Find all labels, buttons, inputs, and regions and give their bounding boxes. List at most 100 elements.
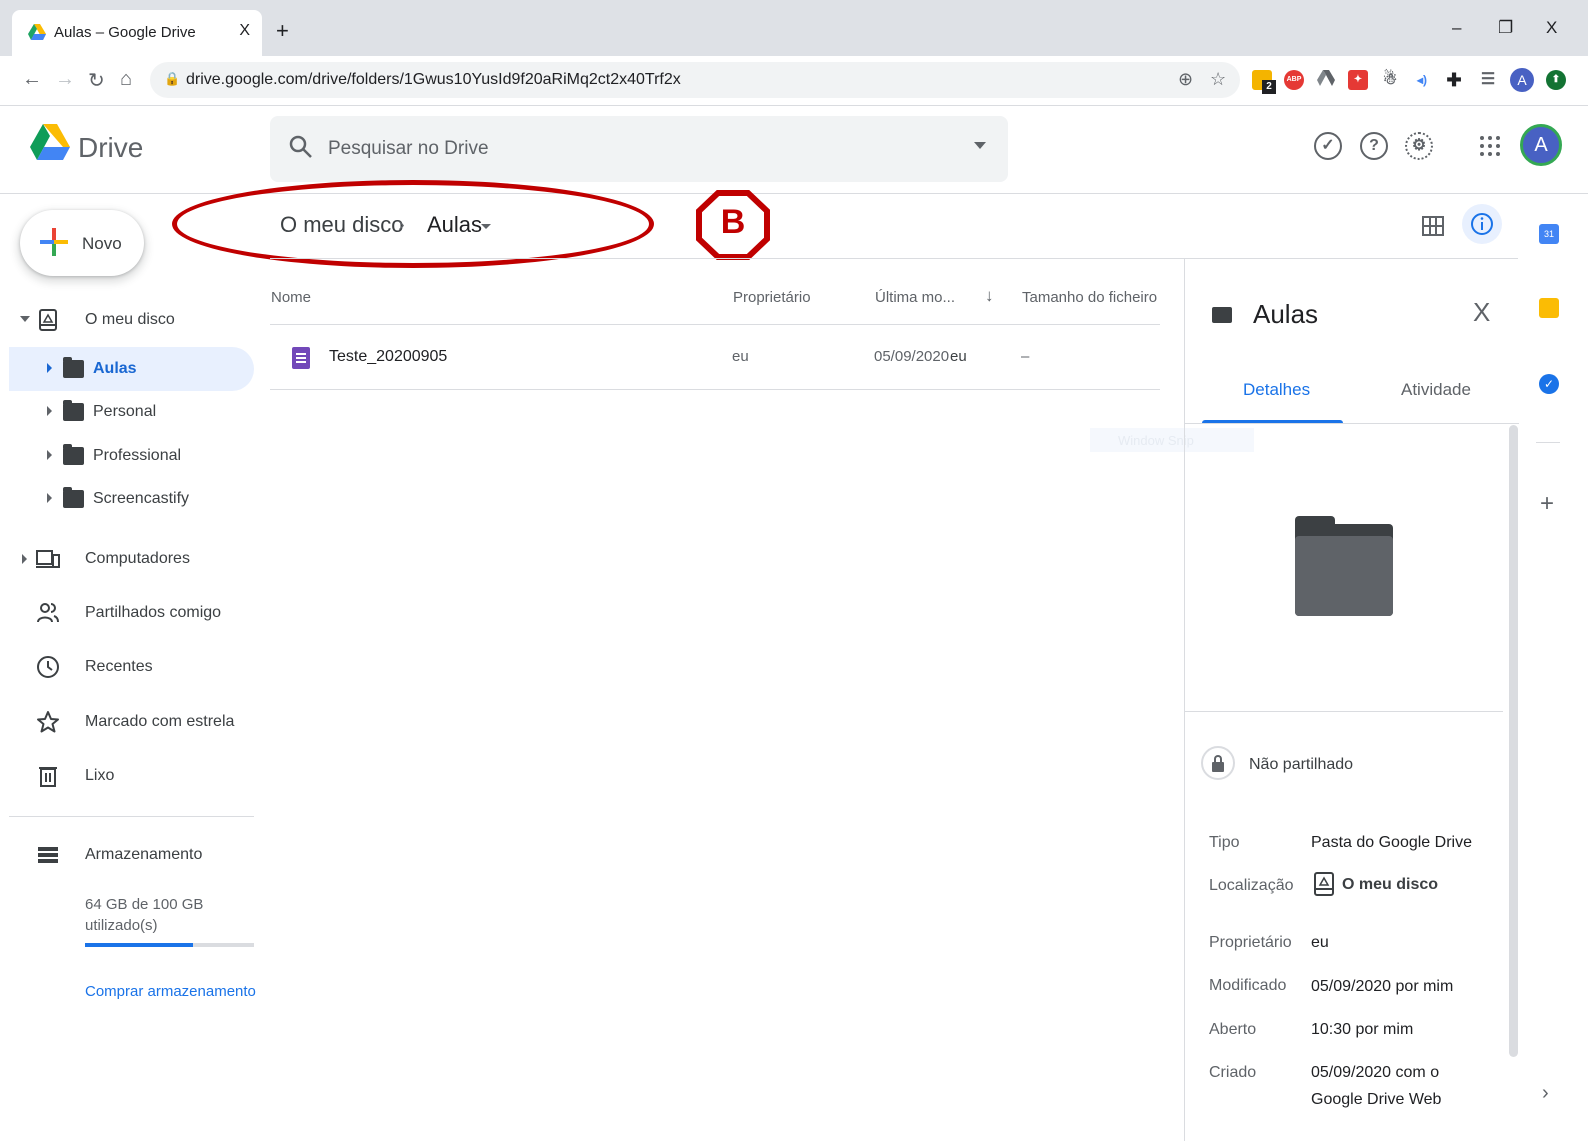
sidebar-item-starred[interactable]: Marcado com estrela [0,700,254,744]
settings-gear-icon[interactable]: ⚙ [1405,132,1433,160]
minimize-button[interactable]: – [1452,18,1461,38]
location-value-link[interactable]: O meu disco [1342,871,1542,898]
lock-icon[interactable]: 🔒 [164,71,180,87]
modified-label: Modificado [1209,977,1287,994]
robot-extension-icon[interactable]: ☃ [1380,70,1400,90]
expand-arrow-icon[interactable] [47,363,52,373]
search-icon[interactable] [288,134,314,160]
restore-button[interactable]: ❐ [1498,18,1513,38]
sidebar-item-shared[interactable]: Partilhados comigo [0,591,254,635]
mendeley-icon[interactable]: ✦ [1348,70,1368,90]
reading-list-icon[interactable]: ☰ [1478,70,1498,90]
star-icon [37,711,59,733]
browser-toolbar: ← → ↻ ⌂ 🔒 drive.google.com/drive/folders… [0,56,1588,106]
clock-icon [37,656,59,678]
details-scrollbar[interactable] [1509,425,1518,1057]
table-row[interactable]: Teste_20200905 eu 05/09/2020 eu – [270,325,1160,390]
extensions-puzzle-icon[interactable]: ✚ [1444,70,1464,90]
column-header-owner[interactable]: Proprietário [733,289,811,306]
new-tab-button[interactable]: + [276,18,289,44]
folder-icon [63,400,84,421]
update-icon[interactable]: ⬆ [1546,70,1566,90]
calendar-icon[interactable]: 31 [1539,224,1559,244]
column-header-name[interactable]: Nome [271,289,311,306]
sidebar-item-storage[interactable]: Armazenamento [0,833,254,877]
install-icon[interactable]: ⊕ [1178,69,1193,90]
storage-progress-bar [85,943,254,947]
buy-storage-link[interactable]: Comprar armazenamento [85,983,256,1000]
sidebar-folder-screencastify[interactable]: Screencastify [9,477,254,521]
extension-notes-icon[interactable]: 2 [1252,70,1276,94]
tab-details[interactable]: Detalhes [1243,380,1310,400]
file-modified-date: 05/09/2020 [874,348,950,365]
owner-value: eu [1311,934,1329,951]
file-owner: eu [732,348,749,365]
sort-arrow-icon[interactable]: ↓ [985,286,994,306]
sidebar-folder-label: Screencastify [93,490,190,507]
adblock-icon[interactable]: ABP [1284,70,1304,90]
search-options-icon[interactable] [974,142,986,149]
tab-activity[interactable]: Atividade [1401,380,1471,400]
account-avatar[interactable]: A [1520,124,1562,166]
sidebar-item-recent[interactable]: Recentes [0,645,254,689]
search-bar[interactable]: Pesquisar no Drive [270,116,1008,182]
sidebar-item-label: O meu disco [85,311,175,328]
audio-extension-icon[interactable]: ◂) [1412,70,1432,90]
sidebar-folder-label: Professional [93,447,182,464]
reload-icon[interactable]: ↻ [88,68,105,93]
tab-close-icon[interactable]: X [239,22,250,40]
bookmark-star-icon[interactable]: ☆ [1210,69,1226,90]
expand-arrow-icon[interactable] [47,450,52,460]
annotation-ellipse [172,180,654,268]
location-label: Localização [1209,877,1294,894]
sidebar-item-trash[interactable]: Lixo [0,754,254,798]
folder-icon [63,357,84,378]
grid-view-icon[interactable] [1422,216,1444,236]
sidebar-item-computers[interactable]: Computadores [0,537,254,581]
tab-divider [1185,423,1519,424]
drive-favicon-icon [28,24,46,40]
offline-ready-icon[interactable]: ✓ [1314,132,1342,160]
add-addon-icon[interactable]: + [1540,490,1554,518]
shared-people-icon [37,603,59,623]
new-button[interactable]: Novo [20,210,144,276]
sidebar-item-my-drive[interactable]: O meu disco [0,298,254,342]
sidebar-item-label: Computadores [85,550,190,567]
sidebar-folder-aulas[interactable]: Aulas [9,347,254,391]
collapse-arrow-icon[interactable] [20,316,30,322]
file-name: Teste_20200905 [329,348,448,365]
drive-logo-icon[interactable] [30,124,70,160]
expand-arrow-icon[interactable] [47,493,52,503]
sidebar-folder-professional[interactable]: Professional [9,434,254,478]
column-header-modified[interactable]: Última mo... [875,289,955,306]
drive-extension-icon[interactable] [1316,70,1336,90]
tab-title: Aulas – Google Drive [54,24,196,41]
sharing-status: Não partilhado [1249,756,1354,773]
drive-product-name[interactable]: Drive [78,132,143,164]
tasks-icon[interactable]: ✓ [1539,374,1559,394]
back-icon[interactable]: ← [22,68,42,91]
search-input[interactable]: Pesquisar no Drive [328,138,489,160]
profile-avatar[interactable]: A [1510,68,1534,92]
details-toggle-button[interactable] [1462,204,1502,244]
keep-icon[interactable] [1539,298,1559,318]
details-panel: Aulas X Detalhes Atividade Não partilhad… [1184,259,1519,1141]
help-icon[interactable]: ? [1360,132,1388,160]
addons-rail: 31 ✓ + › [1518,194,1588,1141]
column-header-size[interactable]: Tamanho do ficheiro [1022,289,1157,306]
address-bar[interactable]: 🔒 drive.google.com/drive/folders/1Gwus10… [150,62,1240,98]
close-details-icon[interactable]: X [1473,297,1490,328]
close-window-button[interactable]: X [1546,18,1557,38]
type-label: Tipo [1209,834,1240,851]
browser-tab[interactable]: Aulas – Google Drive X [12,10,262,56]
expand-arrow-icon[interactable] [22,554,27,564]
modified-value: 05/09/2020 por mim [1311,978,1454,995]
home-icon[interactable]: ⌂ [120,68,132,91]
sidebar-item-label: Marcado com estrela [85,713,235,730]
sidebar-folder-personal[interactable]: Personal [9,390,254,434]
folder-icon [1212,307,1232,323]
forward-icon[interactable]: → [55,68,75,91]
apps-grid-icon[interactable] [1480,136,1502,158]
expand-rail-icon[interactable]: › [1542,1082,1549,1105]
expand-arrow-icon[interactable] [47,406,52,416]
